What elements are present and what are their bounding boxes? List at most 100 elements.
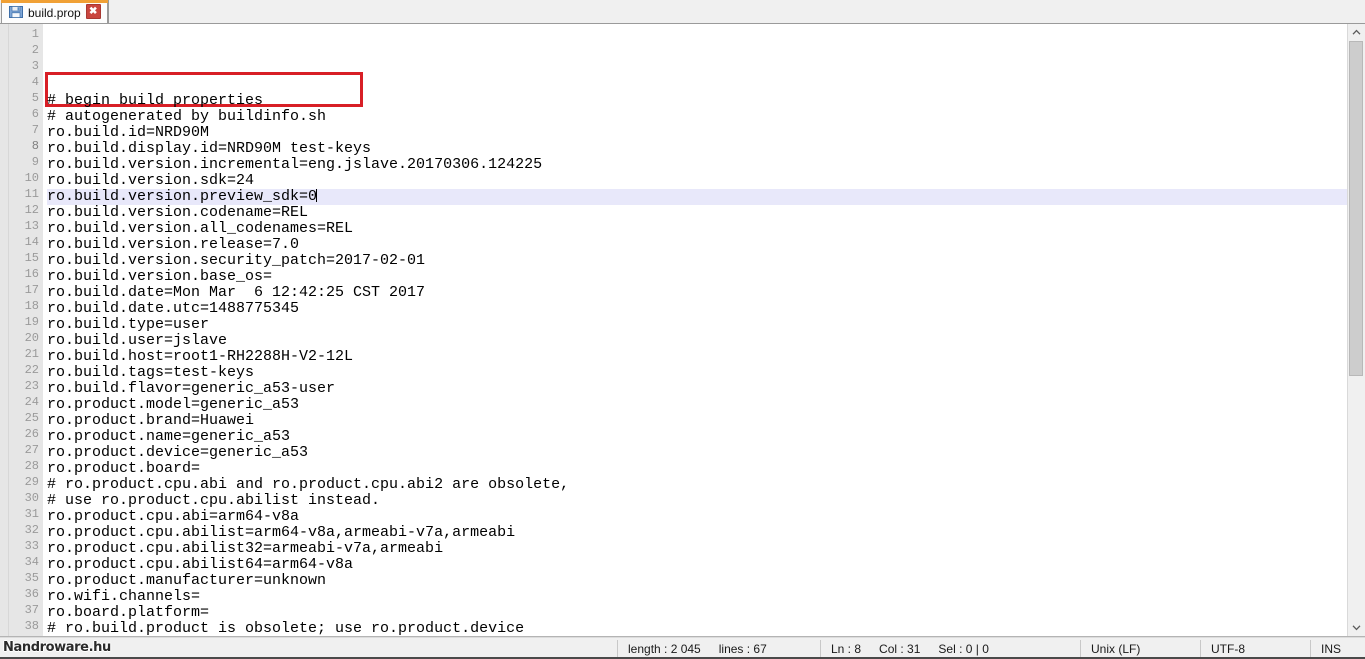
code-line[interactable]: ro.wifi.channels= (47, 589, 1347, 605)
code-line-text: ro.product.manufacturer=unknown (47, 572, 327, 589)
code-line[interactable]: ro.build.date.utc=1488775345 (47, 301, 1347, 317)
code-line-text: ro.build.display.id=NRD90M test-keys (47, 140, 372, 157)
tab-build-prop[interactable]: build.prop ✖ (0, 0, 108, 23)
code-line[interactable]: ro.build.version.sdk=24 (47, 173, 1347, 189)
code-line-text: # autogenerated by buildinfo.sh (47, 108, 327, 125)
code-line[interactable]: ro.build.date=Mon Mar 6 12:42:25 CST 201… (47, 285, 1347, 301)
code-line[interactable]: ro.build.flavor=generic_a53-user (47, 381, 1347, 397)
code-line[interactable] (47, 77, 1347, 93)
status-col: Col : 31 (879, 641, 921, 656)
code-line[interactable]: ro.build.version.base_os= (47, 269, 1347, 285)
scroll-up-button[interactable] (1348, 24, 1365, 41)
line-number: 36 (24, 587, 39, 601)
code-line[interactable]: ro.product.manufacturer=unknown (47, 573, 1347, 589)
code-line[interactable]: ro.product.board= (47, 461, 1347, 477)
code-line-text: # ro.build.product is obsolete; use ro.p… (47, 620, 525, 637)
code-line-text: ro.build.version.release=7.0 (47, 236, 300, 253)
code-line[interactable]: ro.board.platform= (47, 605, 1347, 621)
status-length: length : 2 045 (628, 641, 701, 656)
text-editor-content[interactable]: # begin build properties # autogenerated … (43, 24, 1347, 636)
tab-bar: build.prop ✖ (0, 0, 1365, 24)
code-line[interactable]: # use ro.product.cpu.abilist instead. (47, 493, 1347, 509)
close-icon[interactable]: ✖ (85, 4, 101, 19)
line-number: 20 (24, 331, 39, 345)
status-lines: lines : 67 (718, 641, 767, 656)
scrollbar-thumb[interactable] (1349, 41, 1363, 377)
line-number: 9 (31, 155, 39, 169)
code-line[interactable]: ro.build.version.security_patch=2017-02-… (47, 253, 1347, 269)
code-line-text: ro.build.host=root1-RH2288H-V2-12L (47, 348, 354, 365)
tab-label: build.prop (28, 5, 81, 20)
code-line-text: # begin build properties (47, 92, 264, 109)
line-number: 30 (24, 491, 39, 505)
fold-margin[interactable] (0, 24, 9, 636)
code-line-text: ro.wifi.channels= (47, 588, 201, 605)
code-line[interactable]: ro.build.user=jslave (47, 333, 1347, 349)
code-line-text: ro.build.version.security_patch=2017-02-… (47, 252, 426, 269)
line-number: 6 (31, 107, 39, 121)
code-line[interactable]: # autogenerated by buildinfo.sh (47, 109, 1347, 125)
editor-area: 1 2 3 4 5 6 7 8 9 10 11 12 13 14 15 16 17 18 19 20 21 22 23 24 2… (0, 24, 1365, 637)
status-eol-format[interactable]: Unix (LF) (1081, 638, 1200, 659)
line-number: 24 (24, 395, 39, 409)
code-line-text: ro.product.brand=Huawei (47, 412, 255, 429)
scroll-down-button[interactable] (1348, 619, 1365, 636)
code-line-text: # use ro.product.cpu.abilist instead. (47, 492, 381, 509)
line-number: 34 (24, 555, 39, 569)
code-line[interactable]: ro.product.cpu.abilist=arm64-v8a,armeabi… (47, 525, 1347, 541)
code-line-text: ro.product.cpu.abi=arm64-v8a (47, 508, 300, 525)
line-number: 10 (24, 171, 39, 185)
code-line[interactable]: ro.product.model=generic_a53 (47, 397, 1347, 413)
code-line[interactable]: ro.product.cpu.abilist32=armeabi-v7a,arm… (47, 541, 1347, 557)
code-line[interactable]: ro.build.version.codename=REL (47, 205, 1347, 221)
code-line[interactable]: ro.build.tags=test-keys (47, 365, 1347, 381)
vertical-scrollbar[interactable] (1347, 24, 1365, 636)
code-line[interactable]: ro.build.type=user (47, 317, 1347, 333)
code-line[interactable]: ro.build.version.preview_sdk=0 (47, 189, 1347, 205)
status-insert-mode[interactable]: INS (1311, 638, 1365, 659)
line-number: 17 (24, 283, 39, 297)
line-number: 14 (24, 235, 39, 249)
code-line[interactable]: ro.product.cpu.abi=arm64-v8a (47, 509, 1347, 525)
code-line-text: ro.build.user=jslave (47, 332, 228, 349)
watermark: Nandroware.hu (3, 640, 111, 655)
code-line-text: # ro.product.cpu.abi and ro.product.cpu.… (47, 476, 570, 493)
code-line[interactable]: ro.product.device=generic_a53 (47, 445, 1347, 461)
line-number: 38 (24, 619, 39, 633)
line-number: 37 (24, 603, 39, 617)
code-line[interactable]: ro.build.display.id=NRD90M test-keys (47, 141, 1347, 157)
status-encoding[interactable]: UTF-8 (1201, 638, 1310, 659)
code-line[interactable]: ro.product.cpu.abilist64=arm64-v8a (47, 557, 1347, 573)
code-line[interactable]: ro.build.version.release=7.0 (47, 237, 1347, 253)
scrollbar-track[interactable] (1348, 41, 1365, 619)
line-number: 29 (24, 475, 39, 489)
code-line[interactable]: # begin build properties (47, 93, 1347, 109)
code-line[interactable]: # ro.product.cpu.abi and ro.product.cpu.… (47, 477, 1347, 493)
code-line-text: ro.build.version.preview_sdk=0 (47, 188, 318, 205)
line-number: 5 (31, 91, 39, 105)
code-line[interactable]: ro.product.name=generic_a53 (47, 429, 1347, 445)
code-line[interactable]: ro.product.brand=Huawei (47, 413, 1347, 429)
code-line-text: ro.product.cpu.abilist=arm64-v8a,armeabi… (47, 524, 516, 541)
line-number: 7 (31, 123, 39, 137)
line-number-gutter: 1 2 3 4 5 6 7 8 9 10 11 12 13 14 15 16 17 18 19 20 21 22 23 24 2… (9, 24, 43, 636)
code-line[interactable]: ro.build.host=root1-RH2288H-V2-12L (47, 349, 1347, 365)
line-number: 8 (31, 139, 39, 153)
status-length-lines: length : 2 045 lines : 67 (618, 638, 820, 659)
code-line-text: ro.board.platform= (47, 604, 210, 621)
code-line[interactable]: ro.build.version.incremental=eng.jslave.… (47, 157, 1347, 173)
line-number: 13 (24, 219, 39, 233)
chevron-up-icon (1352, 29, 1361, 35)
line-number: 33 (24, 539, 39, 553)
code-line-text: ro.product.cpu.abilist64=arm64-v8a (47, 556, 354, 573)
code-line[interactable]: ro.build.version.all_codenames=REL (47, 221, 1347, 237)
line-number: 19 (24, 315, 39, 329)
code-line-text: ro.build.flavor=generic_a53-user (47, 380, 336, 397)
line-number: 32 (24, 523, 39, 537)
code-line-text: ro.product.cpu.abilist32=armeabi-v7a,arm… (47, 540, 444, 557)
code-line-text: ro.build.version.sdk=24 (47, 172, 255, 189)
code-line[interactable]: ro.build.id=NRD90M (47, 125, 1347, 141)
line-number: 18 (24, 299, 39, 313)
status-sel: Sel : 0 | 0 (938, 641, 989, 656)
code-line[interactable]: # ro.build.product is obsolete; use ro.p… (47, 620, 1347, 637)
